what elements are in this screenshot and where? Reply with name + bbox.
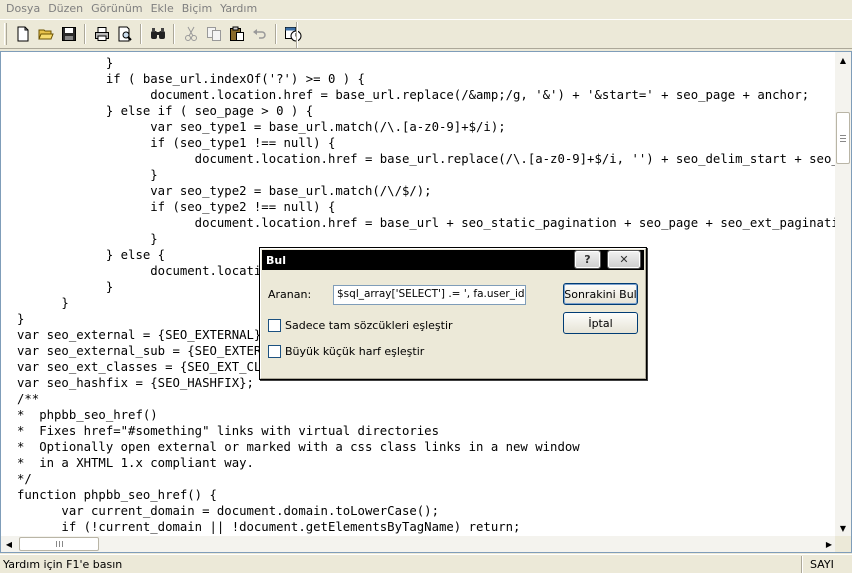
toolbar-end-separator	[296, 22, 298, 48]
save-icon	[61, 27, 76, 41]
scroll-left-arrow-icon[interactable]: ◀	[1, 536, 17, 552]
vertical-scroll-thumb[interactable]	[836, 112, 850, 164]
code-line: if (seo_type1 !== null) {	[17, 136, 336, 150]
open-folder-icon	[37, 29, 54, 40]
horizontal-scroll-thumb[interactable]	[19, 537, 99, 551]
whole-word-option[interactable]: Sadece tam sözcükleri eşleştir	[268, 319, 453, 332]
code-line: } else if ( seo_page > 0 ) {	[17, 104, 314, 118]
code-line: document.location.href = base_url + seo_…	[17, 216, 837, 230]
undo-icon	[252, 29, 266, 39]
menu-view[interactable]: Görünüm	[87, 1, 146, 17]
code-line: /**	[17, 392, 40, 406]
code-line: if ( base_url.indexOf('?') >= 0 ) {	[17, 72, 365, 86]
code-line: if (seo_type2 !== null) {	[17, 200, 336, 214]
toolbar-grip[interactable]	[4, 23, 7, 45]
grip-icon	[55, 541, 63, 547]
whole-word-checkbox[interactable]	[268, 319, 281, 332]
open-button[interactable]	[34, 23, 57, 45]
menu-bar: Dosya Düzen Görünüm Ekle Biçim Yardım	[0, 0, 852, 18]
print-preview-icon	[118, 26, 132, 42]
close-icon: ✕	[619, 253, 629, 266]
code-line: var current_domain = document.domain.toL…	[17, 504, 439, 518]
horizontal-scrollbar[interactable]: ◀ ▶	[1, 536, 837, 552]
insert-datetime-button[interactable]	[281, 23, 304, 45]
menu-edit[interactable]: Düzen	[44, 1, 87, 17]
status-separator	[801, 556, 803, 573]
scroll-up-arrow-icon[interactable]: ▲	[835, 52, 851, 68]
menu-format[interactable]: Biçim	[178, 1, 216, 17]
code-line: }	[17, 232, 158, 246]
save-button[interactable]	[57, 23, 80, 45]
print-preview-button[interactable]	[113, 23, 136, 45]
menu-insert[interactable]: Ekle	[147, 1, 178, 17]
cancel-button[interactable]: İptal	[563, 312, 638, 334]
paste-button[interactable]	[225, 23, 248, 45]
status-numlock: SAYI	[810, 558, 834, 571]
scroll-down-arrow-icon[interactable]: ▼	[835, 520, 851, 536]
close-button[interactable]: ✕	[607, 250, 641, 269]
toolbar-separator	[140, 24, 142, 44]
status-bar: Yardım için F1'e basın SAYI	[0, 554, 852, 573]
code-line: }	[17, 168, 158, 182]
find-next-button[interactable]: Sonrakini Bul	[563, 283, 638, 305]
print-button[interactable]	[90, 23, 113, 45]
dialog-title: Bul	[266, 254, 286, 267]
code-line: * in a XHTML 1.x compliant way.	[17, 456, 254, 470]
cut-icon	[184, 26, 197, 41]
menu-file[interactable]: Dosya	[2, 1, 44, 17]
find-icon	[150, 28, 165, 39]
new-file-icon	[17, 26, 28, 42]
code-line: */	[17, 472, 32, 486]
toolbar-separator	[173, 24, 175, 44]
scroll-corner	[835, 536, 851, 552]
paste-icon	[229, 26, 244, 41]
undo-button[interactable]	[248, 23, 271, 45]
whole-word-label: Sadece tam sözcükleri eşleştir	[285, 319, 453, 332]
match-case-option[interactable]: Büyük küçük harf eşleştir	[268, 345, 424, 358]
find-button[interactable]	[146, 23, 169, 45]
toolbar-separator	[275, 24, 277, 44]
cut-button[interactable]	[179, 23, 202, 45]
copy-icon	[206, 27, 221, 41]
code-line: if (!current_domain || !document.getElem…	[17, 520, 521, 534]
help-icon: ?	[584, 253, 591, 266]
match-case-label: Büyük küçük harf eşleştir	[285, 345, 425, 358]
toolbar	[0, 19, 852, 49]
status-help-text: Yardım için F1'e basın	[3, 558, 123, 571]
print-icon	[94, 27, 109, 41]
find-dialog: Bul ? ✕ Aranan: $sql_array['SELECT'] .= …	[259, 247, 647, 380]
code-line: }	[17, 56, 114, 70]
code-line: document.location.href = base_url.replac…	[194, 152, 837, 166]
code-line: function phpbb_seo_href() {	[17, 488, 217, 502]
menu-help[interactable]: Yardım	[216, 1, 261, 17]
help-button[interactable]: ?	[574, 250, 601, 269]
find-label: Aranan:	[268, 288, 312, 301]
find-input[interactable]: $sql_array['SELECT'] .= ', fa.user_id';	[333, 285, 526, 305]
insert-datetime-icon	[284, 27, 301, 42]
code-line: * phpbb_seo_href()	[17, 408, 158, 422]
match-case-checkbox[interactable]	[268, 345, 281, 358]
toolbar-separator	[84, 24, 86, 44]
code-line: * Optionally open external or marked wit…	[17, 440, 580, 454]
dialog-titlebar[interactable]: Bul ? ✕	[262, 250, 644, 270]
code-line: * Fixes href="#something" links with vir…	[17, 424, 439, 438]
code-line: var seo_type2 = base_url.match(/\/$/);	[17, 184, 432, 198]
vertical-scrollbar[interactable]: ▲ ▼	[835, 52, 851, 536]
grip-icon	[840, 134, 846, 142]
code-line: document.location.href = base_url.replac…	[17, 88, 810, 102]
code-line: var seo_type1 = base_url.match(/\.[a-z0-…	[17, 120, 506, 134]
new-file-button[interactable]	[11, 23, 34, 45]
copy-button[interactable]	[202, 23, 225, 45]
